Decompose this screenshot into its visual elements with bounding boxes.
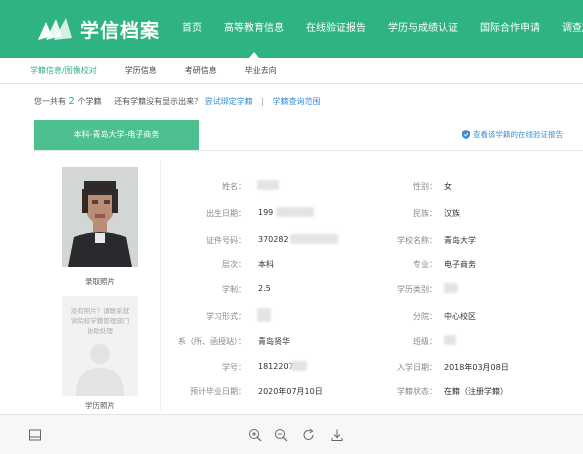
save-icon[interactable] [28, 428, 42, 442]
download-icon[interactable] [330, 428, 344, 442]
nav-certification[interactable]: 学历与成绩认证 [388, 0, 458, 58]
student-id-value: 1812207 [258, 362, 294, 371]
zoom-out-icon[interactable] [274, 428, 288, 442]
expected-graduation-label: 预计毕业日期： [190, 387, 246, 396]
nav-higher-education[interactable]: 高等教育信息 [224, 0, 284, 58]
department-value: 青岛贤华 [258, 337, 290, 346]
degree-photo-caption: 学历照片 [85, 401, 115, 410]
study-mode-redacted [257, 308, 271, 322]
zoom-in-icon[interactable] [248, 428, 262, 442]
nav-international[interactable]: 国际合作申请 [480, 0, 540, 58]
ethnicity-value: 汉族 [444, 209, 460, 218]
summary-prefix: 您一共有 [34, 97, 66, 106]
id-number-redacted [290, 234, 338, 244]
bind-record-link[interactable]: 尝试绑定学籍 [205, 97, 253, 106]
major-label: 专业： [413, 260, 437, 269]
shield-icon [462, 130, 470, 139]
viewer-toolbar [0, 414, 583, 454]
status-value: 在籍（注册学籍） [444, 387, 508, 396]
gender-label: 性别： [413, 182, 437, 191]
school-value: 青岛大学 [444, 236, 476, 245]
school-label: 学校名称： [397, 236, 437, 245]
person-silhouette-icon [76, 344, 124, 396]
top-header: 学信档案 首页 高等教育信息 在线验证报告 学历与成绩认证 国际合作申请 调查/… [0, 0, 583, 58]
nav-home[interactable]: 首页 [182, 0, 202, 58]
campus-value: 中心校区 [444, 312, 476, 321]
admission-photo-caption: 录取照片 [85, 277, 115, 286]
class-redacted [444, 335, 456, 345]
verify-report-text: 查看该学籍的在线验证报告 [473, 130, 563, 139]
study-mode-label: 学习形式： [206, 312, 246, 321]
degree-type-label: 学历类别： [397, 285, 437, 294]
duration-value: 2.5 [258, 284, 271, 293]
class-label: 班级： [413, 337, 437, 346]
record-summary: 您一共有 2 个学籍 还有学籍没有显示出来？ 尝试绑定学籍 | 学籍查询范围 [34, 96, 321, 107]
subnav-degree-info[interactable]: 学历信息 [125, 65, 157, 76]
enrollment-date-label: 入学日期： [397, 363, 437, 372]
sub-nav: 学籍信息/图像校对 学历信息 考研信息 毕业去向 [0, 58, 583, 84]
degree-type-redacted [444, 283, 458, 293]
record-tab[interactable]: 本科-青岛大学-电子商务 [34, 120, 199, 150]
enrollment-date-value: 2018年03月08日 [444, 363, 509, 372]
student-id-label: 学号： [222, 363, 246, 372]
birthdate-label: 出生日期： [206, 209, 246, 218]
degree-photo-placeholder: 没有照片？请联系就读院校学籍管理部门协助处理 [62, 296, 138, 396]
major-value: 电子商务 [444, 260, 476, 269]
subnav-graduation[interactable]: 毕业去向 [245, 65, 277, 76]
summary-separator: | [261, 97, 264, 106]
student-id-redacted [291, 361, 307, 371]
birthdate-value: 199 [258, 208, 274, 217]
main-nav: 首页 高等教育信息 在线验证报告 学历与成绩认证 国际合作申请 调查/投 [182, 0, 583, 58]
duration-label: 学制： [222, 285, 246, 294]
campus-label: 分院： [413, 312, 437, 321]
birthdate-redacted [276, 207, 314, 217]
level-label: 层次： [222, 260, 246, 269]
ethnicity-label: 民族： [413, 209, 437, 218]
photo-divider [160, 160, 161, 410]
id-number-label: 证件号码： [206, 236, 246, 245]
name-label: 姓名： [222, 182, 246, 191]
rotate-icon[interactable] [302, 428, 316, 442]
status-label: 学籍状态： [397, 387, 437, 396]
query-scope-link[interactable]: 学籍查询范围 [273, 97, 321, 106]
expected-graduation-value: 2020年07月10日 [258, 387, 323, 396]
gender-value: 女 [444, 182, 452, 191]
summary-suffix: 个学籍 [77, 97, 102, 106]
subnav-status-info[interactable]: 学籍信息/图像校对 [30, 65, 97, 76]
verify-report-link[interactable]: 查看该学籍的在线验证报告 [462, 129, 563, 140]
nav-survey[interactable]: 调查/投 [562, 0, 583, 58]
tab-divider [34, 150, 583, 151]
subnav-exam-info[interactable]: 考研信息 [185, 65, 217, 76]
book-logo-icon [38, 18, 72, 40]
nav-online-verification[interactable]: 在线验证报告 [306, 0, 366, 58]
admission-photo [62, 167, 138, 267]
person-photo-icon [62, 167, 138, 267]
logo[interactable]: 学信档案 [36, 14, 166, 44]
level-value: 本科 [258, 260, 274, 269]
logo-text: 学信档案 [80, 19, 161, 42]
name-value-redacted [257, 180, 279, 190]
id-number-value: 370282 [258, 235, 289, 244]
summary-question: 还有学籍没有显示出来？ [114, 97, 203, 106]
record-count: 2 [68, 96, 75, 107]
department-label: 系（所、函授站）： [178, 337, 246, 346]
